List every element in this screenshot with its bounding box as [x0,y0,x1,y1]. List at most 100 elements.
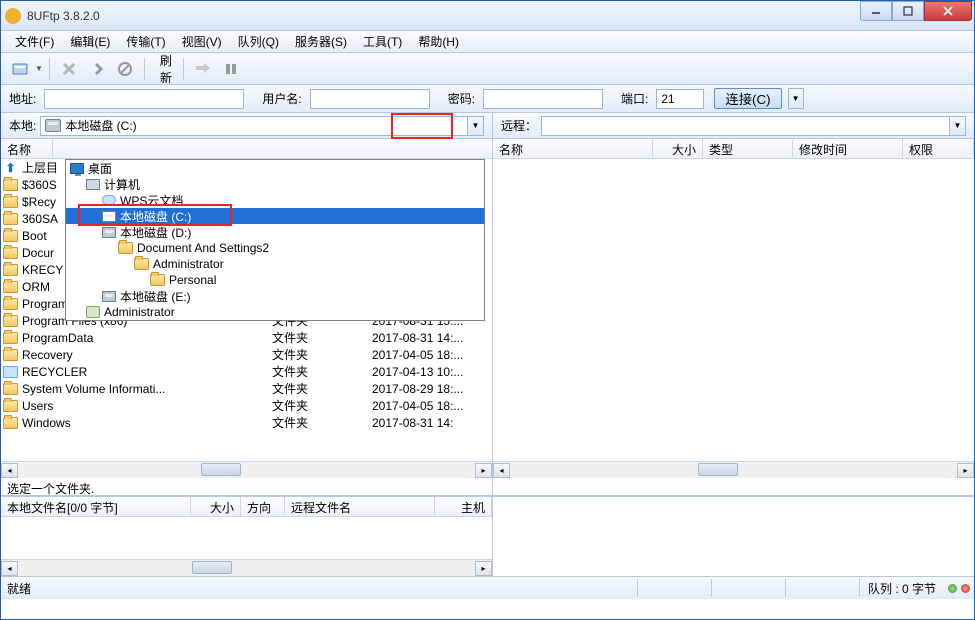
computer-icon [86,179,100,190]
menu-view[interactable]: 视图(V) [174,31,230,52]
password-input[interactable] [483,89,603,109]
titlebar: 8UFtp 3.8.2.0 [1,1,974,31]
dropdown-item[interactable]: Administrator [66,304,484,320]
sitemanager-button[interactable] [7,56,33,82]
scroll-track[interactable] [510,463,957,478]
disconnect-button[interactable] [112,56,138,82]
scroll-thumb[interactable] [698,463,738,476]
file-row[interactable]: System Volume Informati...文件夹2017-08-29 … [1,380,492,397]
col-mtime[interactable]: 修改时间 [793,139,903,158]
file-row[interactable]: Windows文件夹2017-08-31 14: [1,414,492,431]
file-row[interactable]: Users文件夹2017-04-05 18:... [1,397,492,414]
scroll-track[interactable] [18,561,475,576]
chevron-down-icon[interactable]: ▼ [949,117,965,135]
address-input[interactable] [44,89,244,109]
password-label: 密码: [448,90,475,107]
dropdown-item[interactable]: Document And Settings2 [66,240,484,256]
cancel-button[interactable] [56,56,82,82]
log-panel[interactable] [493,497,974,576]
col-dir[interactable]: 方向 [241,497,285,516]
menu-edit[interactable]: 编辑(E) [62,31,118,52]
dropdown-item-label: 计算机 [104,176,140,193]
username-label: 用户名: [262,90,301,107]
file-row[interactable]: RECYCLER文件夹2017-04-13 10:... [1,363,492,380]
scroll-left-arrow[interactable]: ◂ [1,463,18,478]
file-date: 2017-08-29 18:... [372,382,463,396]
menu-tools[interactable]: 工具(T) [355,31,410,52]
scroll-right-arrow[interactable]: ▸ [475,463,492,478]
reconnect-button[interactable] [84,56,110,82]
col-type[interactable]: 类型 [703,139,793,158]
toolbar-separator [49,58,50,80]
scroll-thumb[interactable] [192,561,232,574]
transfer-header: 本地文件名[0/0 字节] 大小 方向 远程文件名 主机 [1,497,492,517]
remote-status [493,478,974,496]
cloud-icon [102,195,116,205]
chevron-down-icon[interactable]: ▼ [467,117,483,135]
folder-icon [3,400,18,412]
local-path-combo[interactable]: 本地磁盘 (C:) ▼ [40,116,484,136]
drive-icon [102,211,116,222]
file-type: 文件夹 [272,380,372,397]
dropdown-item[interactable]: 计算机 [66,176,484,192]
col-perm[interactable]: 权限 [903,139,974,158]
dropdown-item[interactable]: 桌面 [66,160,484,176]
transfer-button[interactable] [190,56,216,82]
window-title: 8UFtp 3.8.2.0 [27,9,100,23]
dropdown-item[interactable]: 本地磁盘 (D:) [66,224,484,240]
location-bar: 本地: 本地磁盘 (C:) ▼ 远程： ▼ [1,113,974,139]
col-name[interactable]: 名称 [493,139,653,158]
connect-button[interactable]: 连接(C) [714,88,781,109]
file-date: 2017-04-05 18:... [372,399,463,413]
dropdown-item[interactable]: WPS云文档 [66,192,484,208]
menu-file[interactable]: 文件(F) [7,31,62,52]
scroll-thumb[interactable] [201,463,241,476]
dropdown-item[interactable]: 本地磁盘 (E:) [66,288,484,304]
menu-help[interactable]: 帮助(H) [410,31,467,52]
scroll-left-arrow[interactable]: ◂ [1,561,18,576]
remote-file-list[interactable] [493,159,974,461]
file-name: Recovery [22,348,272,362]
maximize-button[interactable] [892,1,924,21]
scroll-right-arrow[interactable]: ▸ [957,463,974,478]
connect-history-dropdown[interactable]: ▼ [788,88,804,109]
minimize-button[interactable] [860,1,892,21]
menu-queue[interactable]: 队列(Q) [230,31,287,52]
remote-panel: 名称 大小 类型 修改时间 权限 ◂ ▸ [493,139,974,496]
col-host[interactable]: 主机 [435,497,492,516]
drive-dropdown[interactable]: 桌面计算机WPS云文档本地磁盘 (C:)本地磁盘 (D:)Document An… [65,159,485,321]
scroll-left-arrow[interactable]: ◂ [493,463,510,478]
scroll-right-arrow[interactable]: ▸ [475,561,492,576]
col-name[interactable]: 名称 [1,139,53,158]
file-row[interactable]: ProgramData文件夹2017-08-31 14:... [1,329,492,346]
local-file-header: 名称 [1,139,492,159]
local-file-list[interactable]: 桌面计算机WPS云文档本地磁盘 (C:)本地磁盘 (D:)Document An… [1,159,492,461]
main-area: 名称 桌面计算机WPS云文档本地磁盘 (C:)本地磁盘 (D:)Document… [1,139,974,497]
dropdown-item[interactable]: Personal [66,272,484,288]
dropdown-item-label: Document And Settings2 [137,241,269,255]
file-name: RECYCLER [22,365,272,379]
menu-server[interactable]: 服务器(S) [287,31,355,52]
col-size[interactable]: 大小 [653,139,703,158]
remote-path-combo[interactable]: ▼ [541,116,966,136]
folder-icon [3,281,18,293]
transfer-body[interactable] [1,517,492,559]
dropdown-item[interactable]: Administrator [66,256,484,272]
file-name: ProgramData [22,331,272,345]
dropdown-item[interactable]: 本地磁盘 (C:) [66,208,484,224]
horizontal-scrollbar[interactable]: ◂ ▸ [1,461,492,478]
pause-button[interactable] [218,56,244,82]
username-input[interactable] [310,89,430,109]
folder-icon [3,213,18,225]
refresh-button[interactable]: 刷新 [151,56,177,82]
horizontal-scrollbar[interactable]: ◂ ▸ [493,461,974,478]
menu-transfer[interactable]: 传输(T) [118,31,173,52]
close-button[interactable] [924,1,972,21]
col-size[interactable]: 大小 [191,497,241,516]
col-localfile[interactable]: 本地文件名[0/0 字节] [1,497,191,516]
file-row[interactable]: Recovery文件夹2017-04-05 18:... [1,346,492,363]
scroll-track[interactable] [18,463,475,478]
col-remotefile[interactable]: 远程文件名 [285,497,435,516]
horizontal-scrollbar[interactable]: ◂ ▸ [1,559,492,576]
port-input[interactable] [656,89,704,109]
